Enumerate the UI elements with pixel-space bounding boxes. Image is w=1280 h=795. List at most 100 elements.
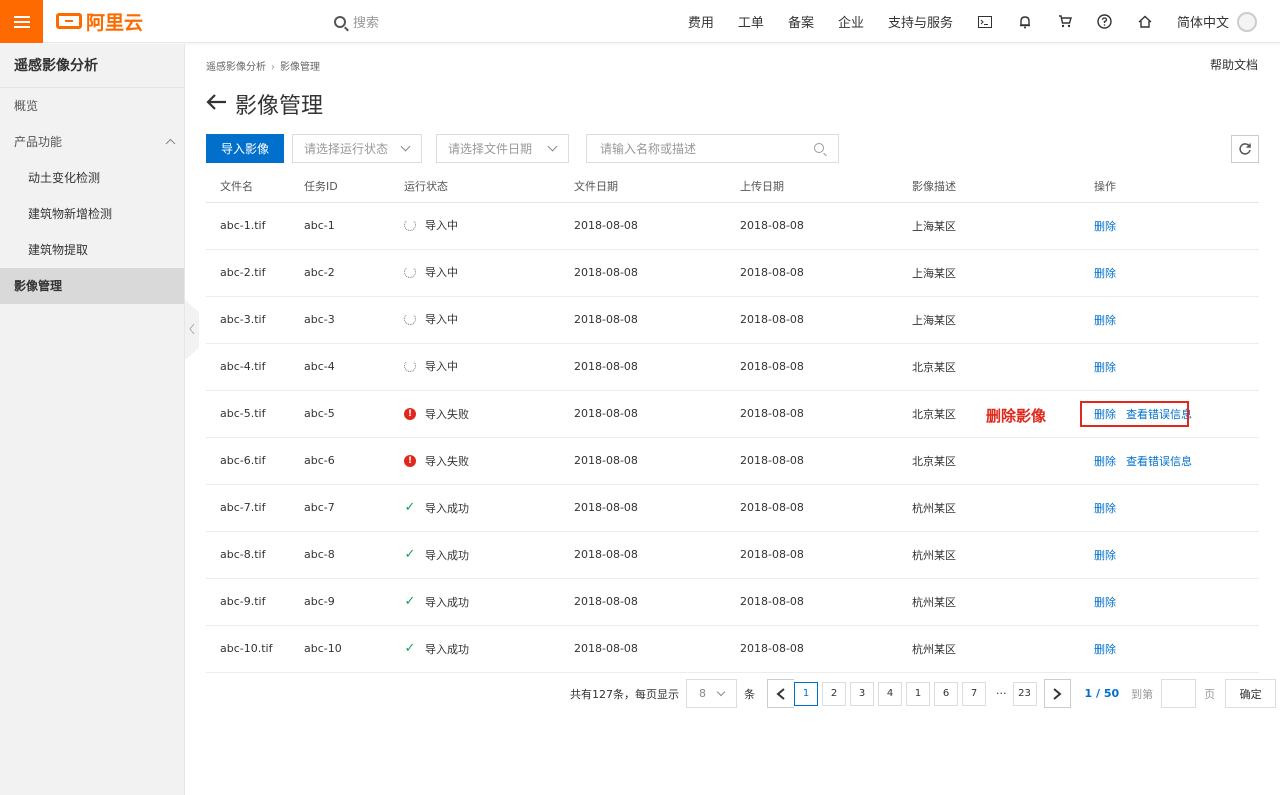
sidebar-item-building-extract[interactable]: 建筑物提取: [0, 232, 184, 268]
delete-link[interactable]: 删除: [1094, 361, 1116, 374]
cell-file-date: 2018-08-08: [560, 202, 726, 250]
loading-icon: [404, 313, 416, 325]
page-number[interactable]: 3: [850, 681, 874, 706]
sidebar-item-land-change[interactable]: 动土变化检测: [0, 160, 184, 196]
error-icon: !: [404, 407, 416, 420]
sidebar-title: 遥感影像分析: [0, 44, 184, 88]
search-input[interactable]: [586, 134, 839, 163]
delete-link[interactable]: 删除: [1094, 643, 1116, 656]
search-icon[interactable]: [814, 143, 824, 153]
page-number[interactable]: 7: [962, 681, 986, 706]
cell-status: ✓ 导入成功: [390, 484, 560, 532]
breadcrumb-separator: ›: [271, 62, 275, 73]
cell-actions: 删除: [1070, 625, 1259, 673]
aliyun-logo[interactable]: 阿里云: [56, 9, 143, 34]
cell-description: 上海某区: [898, 202, 1070, 250]
help-docs-link[interactable]: 帮助文档: [1210, 56, 1258, 73]
goto-confirm-button[interactable]: 确定: [1225, 679, 1277, 708]
delete-link[interactable]: 删除: [1094, 455, 1116, 468]
nav-fees[interactable]: 费用: [688, 12, 714, 31]
page-size-select[interactable]: 8: [686, 679, 737, 708]
cell-upload-date: 2018-08-08: [726, 249, 898, 297]
sidebar-item-label: 概览: [14, 99, 39, 113]
page-number-last[interactable]: 23: [1012, 681, 1037, 706]
breadcrumb-item-current: 影像管理: [280, 62, 320, 73]
next-page-button[interactable]: [1043, 679, 1071, 708]
chevron-left-icon: [776, 687, 785, 700]
sidebar-item-label: 影像管理: [14, 279, 63, 293]
view-error-link[interactable]: 查看错误信息: [1126, 455, 1192, 468]
breadcrumb-item[interactable]: 遥感影像分析: [206, 62, 266, 73]
cell-task-id: abc-7: [290, 484, 390, 532]
cart-icon[interactable]: [1057, 14, 1073, 30]
status-select[interactable]: 请选择运行状态: [292, 134, 422, 163]
table-row: abc-3.tif abc-3 导入中 2018-08-08 2018-08-08 上海某…: [206, 296, 1259, 344]
loading-icon: [404, 360, 416, 372]
check-icon: ✓: [404, 594, 416, 609]
page-number-current[interactable]: 1: [794, 681, 818, 706]
page-number[interactable]: 4: [878, 681, 902, 706]
nav-support[interactable]: 支持与服务: [888, 12, 953, 31]
page-number[interactable]: 1: [906, 681, 930, 706]
table-row: abc-4.tif abc-4 导入中 2018-08-08 2018-08-08 北京某…: [206, 343, 1259, 391]
cell-upload-date: 2018-08-08: [726, 531, 898, 579]
delete-link[interactable]: 删除: [1094, 314, 1116, 327]
cell-status: ! 导入失败: [390, 437, 560, 485]
cell-description: 杭州某区: [898, 531, 1070, 579]
table-body: abc-1.tif abc-1 导入中 2018-08-08 2018-08-08 上海某…: [206, 202, 1259, 673]
nav-icp[interactable]: 备案: [788, 12, 814, 31]
back-arrow-icon[interactable]: [206, 92, 228, 117]
bell-icon[interactable]: [1017, 14, 1033, 30]
cell-file-date: 2018-08-08: [560, 625, 726, 673]
nav-enterprise[interactable]: 企业: [838, 12, 864, 31]
cell-task-id: abc-5: [290, 390, 390, 438]
terminal-icon[interactable]: [977, 14, 993, 30]
page-number[interactable]: 6: [934, 681, 958, 706]
page-size-value: 8: [699, 687, 706, 700]
status-text: 导入中: [425, 313, 458, 326]
language-switch[interactable]: 简体中文: [1177, 12, 1229, 31]
cell-file-date: 2018-08-08: [560, 578, 726, 626]
page-title: 影像管理: [206, 88, 323, 120]
delete-link[interactable]: 删除: [1094, 220, 1116, 233]
annotation-label: 删除影像: [986, 406, 1047, 425]
cell-task-id: abc-4: [290, 343, 390, 391]
global-search[interactable]: 搜索: [334, 12, 379, 31]
status-text: 导入成功: [425, 642, 469, 656]
status-text: 导入中: [425, 266, 458, 279]
sidebar-item-image-management[interactable]: 影像管理: [0, 268, 184, 304]
sidebar-item-overview[interactable]: 概览: [0, 88, 184, 124]
goto-page-input[interactable]: [1161, 679, 1197, 708]
cell-actions: 删除: [1070, 202, 1259, 250]
avatar[interactable]: [1237, 11, 1257, 32]
refresh-button[interactable]: [1231, 135, 1259, 163]
cell-file-date: 2018-08-08: [560, 484, 726, 532]
prev-page-button[interactable]: [767, 679, 794, 708]
refresh-icon: [1239, 143, 1251, 155]
home-icon[interactable]: [1137, 14, 1153, 30]
cell-upload-date: 2018-08-08: [726, 202, 898, 250]
sidebar-group-features[interactable]: 产品功能: [0, 124, 184, 160]
cell-status: 导入中: [390, 202, 560, 250]
menu-icon[interactable]: [0, 0, 43, 43]
sidebar-item-building-new[interactable]: 建筑物新增检测: [0, 196, 184, 232]
import-image-button[interactable]: 导入影像: [206, 134, 284, 163]
cell-upload-date: 2018-08-08: [726, 578, 898, 626]
table-row: abc-7.tif abc-7 ✓ 导入成功 2018-08-08 2018-08-08 杭…: [206, 484, 1259, 532]
nav-tickets[interactable]: 工单: [738, 12, 764, 31]
delete-link[interactable]: 删除: [1094, 267, 1116, 280]
sidebar-collapse-handle[interactable]: [185, 300, 199, 360]
delete-link[interactable]: 删除: [1094, 549, 1116, 562]
page-number[interactable]: 2: [822, 681, 846, 706]
delete-link[interactable]: 删除: [1094, 596, 1116, 609]
cell-filename: abc-5.tif: [206, 390, 290, 438]
delete-link[interactable]: 删除: [1094, 502, 1116, 515]
chevron-down-icon: [400, 141, 411, 152]
date-select[interactable]: 请选择文件日期: [436, 134, 569, 163]
help-icon[interactable]: [1097, 14, 1113, 30]
page-size-unit: 条: [744, 687, 755, 701]
cell-filename: abc-8.tif: [206, 531, 290, 579]
cell-filename: abc-1.tif: [206, 202, 290, 250]
goto-label: 到第: [1131, 687, 1154, 701]
col-header-task-id: 任务ID: [290, 170, 390, 203]
